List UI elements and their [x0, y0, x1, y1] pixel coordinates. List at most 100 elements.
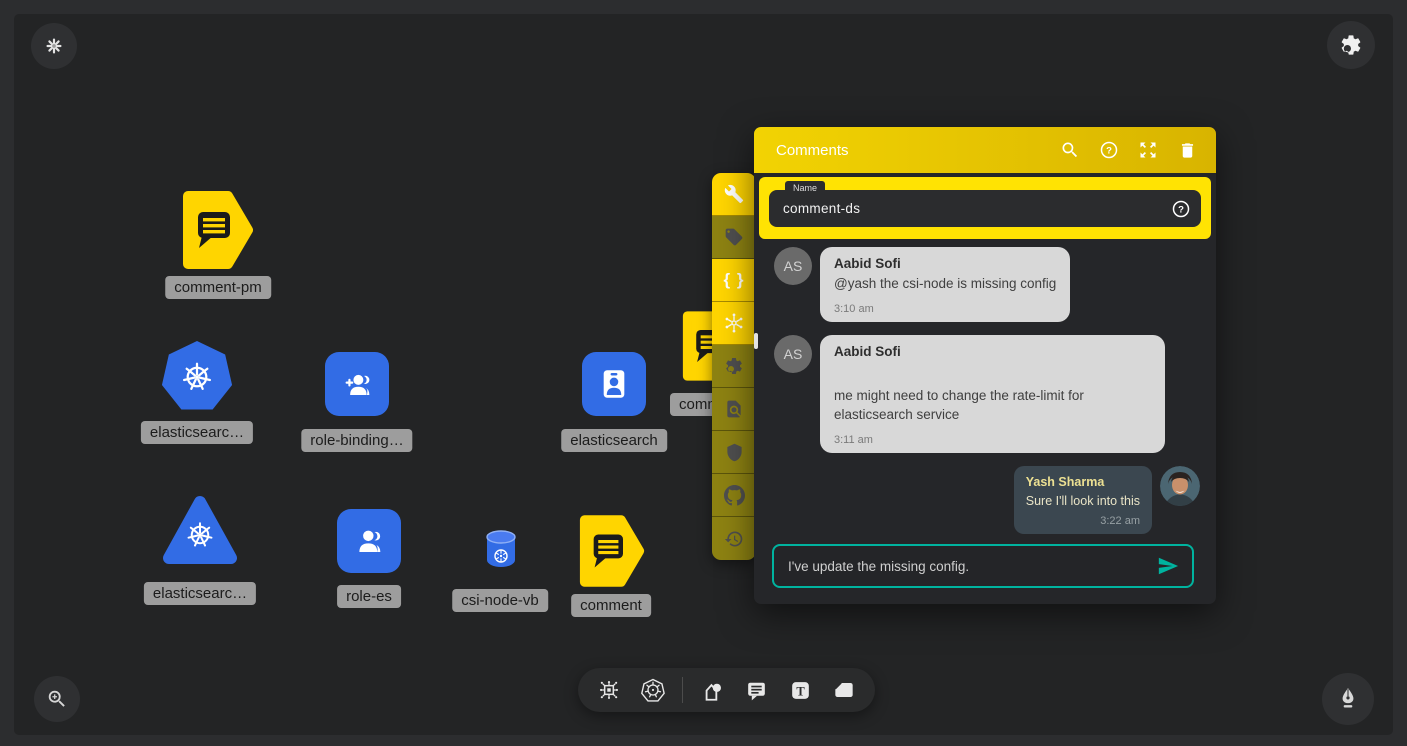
name-field-label: Name: [785, 181, 825, 195]
message-row: AS Aabid Sofi @yash the csi-node is miss…: [774, 247, 1200, 322]
text-tool-button[interactable]: T: [785, 675, 815, 705]
toolbar-hub-button[interactable]: [712, 302, 756, 345]
comment-tool-icon: [744, 678, 769, 703]
message-input[interactable]: [776, 559, 1156, 574]
expand-icon[interactable]: [1137, 139, 1159, 161]
kubernetes-icon: [179, 359, 215, 395]
toolbar-configure-button[interactable]: [712, 173, 756, 216]
svg-text:T: T: [796, 684, 805, 698]
avatar: AS: [774, 335, 812, 373]
toolbar-settings-button[interactable]: [712, 345, 756, 388]
kubernetes-icon: [640, 677, 666, 703]
gear-icon: [724, 356, 744, 376]
node-comment[interactable]: [579, 514, 645, 588]
svg-text:?: ?: [1106, 146, 1112, 157]
design-canvas[interactable]: comment-pm elasticsearc…: [14, 14, 1393, 735]
message-bubble[interactable]: Aabid Sofi @yash the csi-node is missing…: [820, 247, 1070, 322]
node-elasticsearch-heptagon[interactable]: [161, 341, 233, 413]
toolbar-labels-button[interactable]: [712, 216, 756, 259]
message-row: AS Aabid Sofi me might need to change th…: [774, 335, 1200, 453]
help-icon[interactable]: ?: [1171, 199, 1191, 219]
pen-tool-button[interactable]: [1322, 673, 1374, 725]
svg-text:?: ?: [1178, 204, 1184, 215]
app-logo-button[interactable]: [31, 23, 77, 69]
node-label[interactable]: csi-node-vb: [452, 589, 548, 612]
trash-icon[interactable]: [1176, 139, 1198, 161]
comments-panel-header[interactable]: Comments ?: [754, 127, 1216, 173]
node-label[interactable]: elasticsearch: [561, 429, 667, 452]
shapes-icon: [699, 677, 725, 703]
message-text: @yash the csi-node is missing config: [834, 274, 1056, 294]
toolbar-json-button[interactable]: { }: [712, 259, 756, 302]
zoom-button[interactable]: [34, 676, 80, 722]
node-label[interactable]: comment: [571, 594, 651, 617]
users-icon: [347, 519, 391, 563]
help-icon[interactable]: ?: [1098, 139, 1120, 161]
message-time: 3:10 am: [834, 303, 1056, 315]
comment-tool-button[interactable]: [741, 675, 771, 705]
image-tool-button[interactable]: [829, 675, 859, 705]
send-icon[interactable]: [1156, 554, 1180, 578]
github-icon: [724, 485, 745, 506]
node-elasticsearch-serviceaccount[interactable]: [582, 352, 646, 416]
node-label[interactable]: elasticsearc…: [141, 421, 253, 444]
node-label[interactable]: elasticsearc…: [144, 582, 256, 605]
node-role-binding[interactable]: [325, 352, 389, 416]
message-time: 3:22 am: [1026, 515, 1140, 527]
text-tool-icon: T: [788, 678, 813, 703]
image-tool-icon: [831, 677, 857, 703]
wrench-icon: [724, 184, 744, 204]
node-label[interactable]: comment-pm: [165, 276, 271, 299]
avatar: [1160, 466, 1200, 506]
doc-search-icon: [724, 399, 744, 419]
user-plus-icon: [335, 362, 379, 406]
message-row: Yash Sharma Sure I'll look into this 3:2…: [774, 466, 1200, 534]
shield-icon: [725, 443, 744, 462]
hub-icon: [723, 312, 745, 334]
toolbar-security-button[interactable]: [712, 431, 756, 474]
node-label[interactable]: role-binding…: [301, 429, 412, 452]
kubernetes-tool-button[interactable]: [638, 675, 668, 705]
messages-list: AS Aabid Sofi @yash the csi-node is miss…: [754, 239, 1216, 534]
design-icon: [596, 677, 622, 703]
node-action-toolbar: { }: [712, 173, 756, 560]
message-bubble[interactable]: Yash Sharma Sure I'll look into this 3:2…: [1014, 466, 1152, 534]
name-field-block: Name ?: [759, 177, 1211, 239]
node-elasticsearch-triangle[interactable]: [160, 493, 240, 569]
message-text: me might need to change the rate-limit f…: [834, 386, 1151, 425]
name-input[interactable]: [769, 201, 1171, 216]
message-composer: [772, 544, 1194, 588]
settings-gear-icon: [1339, 33, 1363, 57]
message-bubble[interactable]: Aabid Sofi me might need to change the r…: [820, 335, 1165, 453]
toolbar-divider: [682, 677, 683, 703]
name-field[interactable]: Name ?: [769, 190, 1201, 227]
history-icon: [724, 529, 744, 549]
toolbar-inspect-button[interactable]: [712, 388, 756, 431]
pen-nib-icon: [1335, 686, 1361, 712]
zoom-in-icon: [46, 688, 68, 710]
toolbar-history-button[interactable]: [712, 517, 756, 560]
node-csi-node-vb[interactable]: [482, 528, 520, 572]
message-author: Yash Sharma: [1026, 475, 1140, 489]
toolbar-github-button[interactable]: [712, 474, 756, 517]
message-author: Aabid Sofi: [834, 344, 1151, 359]
shapes-tool-button[interactable]: [697, 675, 727, 705]
canvas-tools-toolbar: T: [578, 668, 875, 712]
avatar: AS: [774, 247, 812, 285]
panel-title: Comments: [776, 142, 1042, 159]
id-badge-icon: [592, 362, 636, 406]
braces-icon: { }: [724, 270, 745, 290]
asterisk-logo-icon: [43, 35, 65, 57]
node-role-es[interactable]: [337, 509, 401, 573]
message-time: 3:11 am: [834, 434, 1151, 446]
node-label[interactable]: role-es: [337, 585, 401, 608]
settings-button[interactable]: [1327, 21, 1375, 69]
search-icon[interactable]: [1059, 139, 1081, 161]
node-comment-pm[interactable]: [182, 190, 254, 270]
tags-icon: [724, 227, 744, 247]
message-author: Aabid Sofi: [834, 256, 1056, 271]
comments-panel: Comments ? Name ? AS Aabid Sofi @yash th…: [754, 127, 1216, 604]
scrollbar-thumb[interactable]: [754, 333, 758, 349]
message-text: Sure I'll look into this: [1026, 492, 1140, 510]
design-tool-button[interactable]: [594, 675, 624, 705]
